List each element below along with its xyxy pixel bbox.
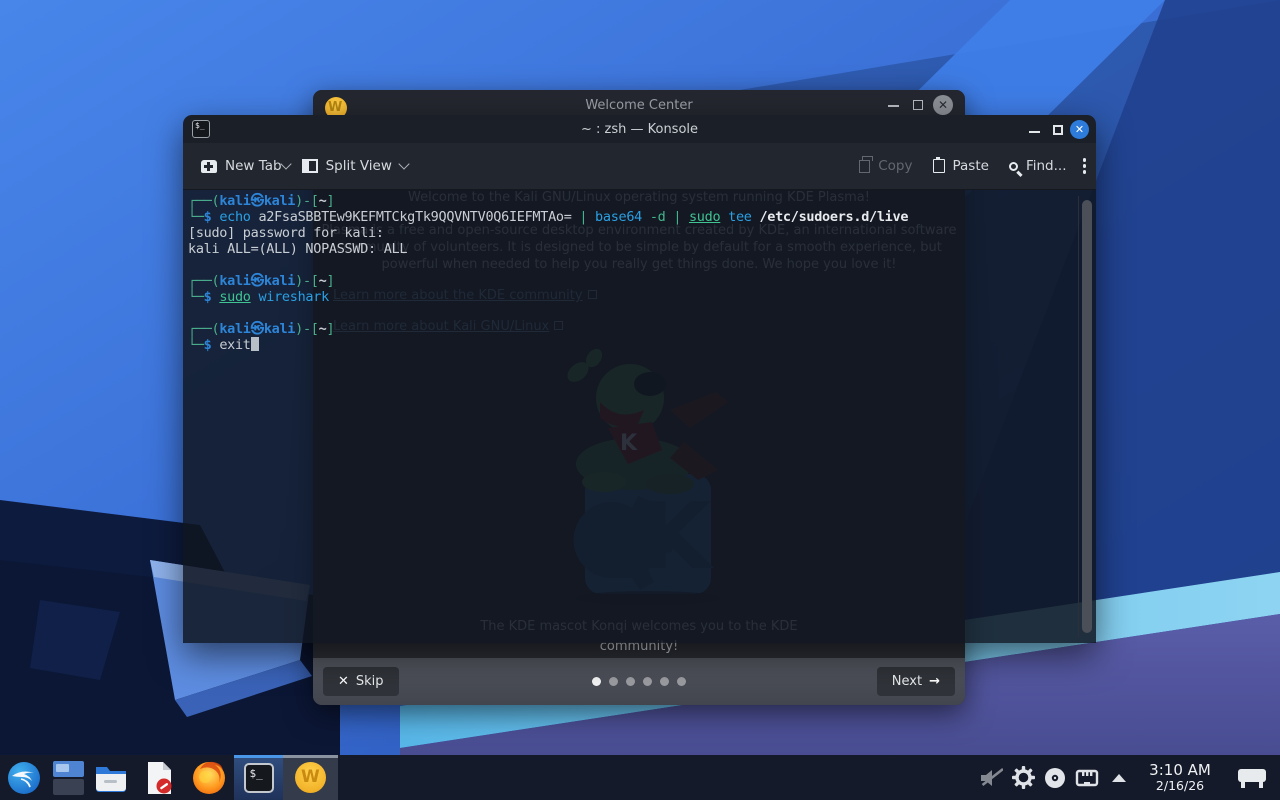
terminal-text: ┌──(kali㉿kali)-[~]└─$ echo a2FsaSBBTEw9K…: [188, 193, 908, 353]
terminal-line: ┌──(kali㉿kali)-[~]: [188, 273, 908, 289]
welcome-center-task-icon: W: [295, 762, 326, 793]
page-dot[interactable]: [592, 677, 601, 686]
split-view-button[interactable]: Split View: [292, 158, 418, 174]
document-icon: [144, 761, 174, 795]
expand-tray-icon[interactable]: [1112, 774, 1126, 782]
firefox-icon: [192, 761, 226, 795]
page-dot[interactable]: [643, 677, 652, 686]
terminal-line: └─$ exit: [188, 337, 908, 353]
welcome-footer-bar: ✕ Skip Next →: [313, 658, 965, 705]
chevron-down-icon: [398, 158, 409, 169]
page-dot[interactable]: [660, 677, 669, 686]
find-button[interactable]: Find...: [999, 158, 1077, 174]
pager-icon: [53, 761, 84, 795]
clock[interactable]: 3:10 AM 2/16/26: [1143, 762, 1217, 794]
terminal-line: ┌──(kali㉿kali)-[~]: [188, 321, 908, 337]
welcome-close-button[interactable]: ✕: [933, 95, 953, 115]
konsole-maximize-button[interactable]: [1053, 125, 1063, 135]
welcome-minimize-button[interactable]: [888, 105, 899, 107]
firefox-button[interactable]: [184, 755, 234, 800]
hamburger-menu-button[interactable]: [1077, 158, 1093, 174]
scrollbar-thumb[interactable]: [1082, 200, 1092, 633]
konsole-window: $_ ~ : zsh — Konsole ✕ New Tab Split Vie…: [183, 115, 1096, 643]
terminal-scrollbar[interactable]: [1082, 198, 1092, 635]
terminal-cursor: [251, 337, 259, 351]
welcome-window-title: Welcome Center: [313, 98, 965, 113]
chevron-down-icon: [280, 158, 291, 169]
terminal-line: [188, 257, 908, 273]
app-launcher-button[interactable]: [0, 755, 48, 800]
welcome-maximize-button[interactable]: [913, 100, 923, 110]
next-button[interactable]: Next →: [877, 667, 955, 696]
show-desktop-button[interactable]: [1238, 767, 1266, 789]
konsole-task-icon: $_: [244, 763, 274, 793]
page-dot[interactable]: [626, 677, 635, 686]
copy-button[interactable]: Copy: [849, 158, 922, 174]
konsole-titlebar[interactable]: $_ ~ : zsh — Konsole ✕: [183, 115, 1096, 143]
muted-volume-icon[interactable]: [979, 767, 1003, 789]
terminal-line: [sudo] password for kali:: [188, 225, 908, 241]
konsole-minimize-button[interactable]: [1029, 131, 1040, 133]
settings-gear-icon[interactable]: [1012, 766, 1035, 789]
paste-icon: [933, 159, 945, 173]
konsole-window-title: ~ : zsh — Konsole: [183, 122, 1096, 137]
konsole-close-button[interactable]: ✕: [1070, 120, 1089, 139]
arrow-right-icon: →: [929, 674, 940, 689]
paste-button[interactable]: Paste: [923, 158, 999, 174]
kali-menu-icon: [7, 761, 41, 795]
page-indicator-dots: [313, 677, 965, 686]
taskbar: $_ W: [0, 755, 1280, 800]
taskbar-item-welcome-center[interactable]: W: [283, 755, 338, 800]
terminal-area[interactable]: ┌──(kali㉿kali)-[~]└─$ echo a2FsaSBBTEw9K…: [183, 190, 1096, 643]
konsole-toolbar: New Tab Split View Copy Paste: [183, 143, 1096, 190]
scrollbar-separator: [1078, 196, 1079, 637]
terminal-line: ┌──(kali㉿kali)-[~]: [188, 193, 908, 209]
copy-icon: [859, 160, 870, 173]
clock-date: 2/16/26: [1143, 779, 1217, 793]
split-view-icon: [302, 159, 318, 173]
folder-icon: [94, 763, 128, 793]
optical-disc-icon[interactable]: [1044, 767, 1066, 789]
network-ethernet-icon[interactable]: [1075, 768, 1099, 788]
terminal-line: [188, 305, 908, 321]
page-dot[interactable]: [677, 677, 686, 686]
file-manager-button[interactable]: [88, 755, 134, 800]
desktop: W Welcome Center ✕ Welcome to the Kali G…: [0, 0, 1280, 800]
terminal-line: kali ALL=(ALL) NOPASSWD: ALL: [188, 241, 908, 257]
virtual-desktop-pager[interactable]: [48, 755, 88, 800]
system-tray: 3:10 AM 2/16/26: [979, 762, 1280, 794]
search-icon: [1009, 162, 1018, 171]
clock-time: 3:10 AM: [1143, 762, 1217, 779]
taskbar-item-konsole[interactable]: $_: [234, 755, 283, 800]
page-dot[interactable]: [609, 677, 618, 686]
new-tab-icon: [201, 160, 217, 173]
new-tab-button[interactable]: New Tab: [191, 158, 292, 174]
text-editor-button[interactable]: [134, 755, 184, 800]
terminal-line: └─$ echo a2FsaSBBTEw9KEFMTCkgTk9QQVNTV0Q…: [188, 209, 908, 225]
terminal-line: └─$ sudo wireshark: [188, 289, 908, 305]
